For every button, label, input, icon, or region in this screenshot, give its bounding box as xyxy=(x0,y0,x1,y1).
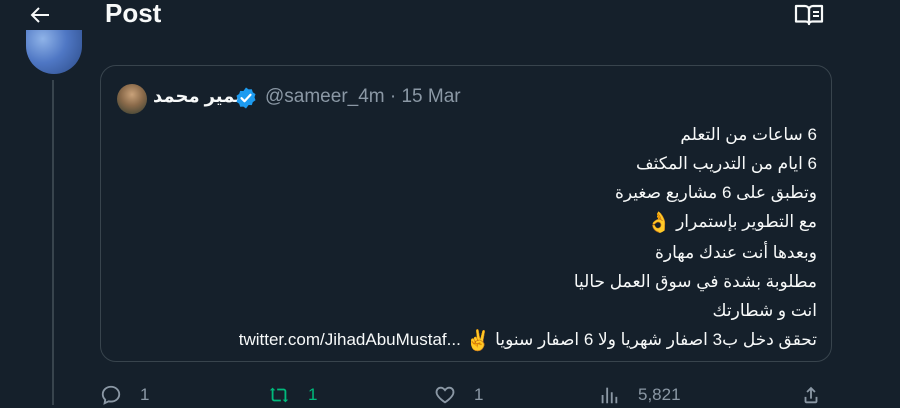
thread-connector-line xyxy=(52,80,54,405)
reply-count: 1 xyxy=(140,385,150,404)
heart-icon xyxy=(435,386,455,404)
victory-hand-emoji: ✌️ xyxy=(465,330,491,352)
repost-button[interactable]: 1 xyxy=(268,384,317,406)
text-line-content: تحقق دخل ب3 اصفار شهريا ولا 6 اصفار سنوي… xyxy=(495,330,817,349)
text-line: 6 ايام من التدريب المكثف xyxy=(635,154,817,173)
text-line: مع التطوير بإستمرار 👌 xyxy=(117,207,817,238)
like-count: 1 xyxy=(474,385,484,404)
top-bar: Post xyxy=(0,0,900,30)
share-icon xyxy=(804,386,818,404)
post-actions-bar: 1 1 1 5,821 xyxy=(100,384,840,408)
like-button[interactable]: 1 xyxy=(434,384,483,406)
back-button[interactable] xyxy=(24,0,56,30)
ok-hand-emoji: 👌 xyxy=(646,212,672,234)
arrow-left-icon xyxy=(30,7,49,23)
text-line: وبعدها أنت عندك مهارة xyxy=(655,243,817,262)
views-button[interactable]: 5,821 xyxy=(598,384,681,406)
quoted-handle-date: @sameer_4m · 15 Mar xyxy=(265,86,461,107)
text-line: تحقق دخل ب3 اصفار شهريا ولا 6 اصفار سنوي… xyxy=(117,325,817,356)
text-line: مطلوبة بشدة في سوق العمل حاليا xyxy=(573,272,817,291)
page-title: Post xyxy=(105,0,162,28)
repost-icon xyxy=(269,387,289,403)
reply-button[interactable]: 1 xyxy=(100,384,149,406)
bar-chart-icon xyxy=(601,387,618,404)
share-button[interactable] xyxy=(800,384,822,406)
quoted-post-card[interactable]: سمير محمد @sameer_4m · 15 Mar 6 ساعات من… xyxy=(100,65,832,362)
text-line: 6 ساعات من التعلم xyxy=(680,125,817,144)
quoted-link[interactable]: twitter.com/JihadAbuMustaf... xyxy=(239,330,461,349)
book-open-icon xyxy=(794,4,824,26)
text-line: وتطبق على 6 مشاريع صغيرة xyxy=(614,183,817,202)
reader-mode-button[interactable] xyxy=(794,2,824,28)
verified-badge-icon xyxy=(236,87,256,109)
quoted-author-avatar xyxy=(117,84,147,114)
repost-count: 1 xyxy=(308,385,318,404)
reply-icon xyxy=(101,385,121,405)
views-count: 5,821 xyxy=(638,385,681,404)
quoted-post-text: 6 ساعات من التعلم 6 ايام من التدريب المك… xyxy=(117,120,817,356)
author-avatar[interactable] xyxy=(26,30,82,74)
text-line: انت و شطارتك xyxy=(712,301,817,320)
text-line-content: مع التطوير بإستمرار xyxy=(676,212,817,231)
